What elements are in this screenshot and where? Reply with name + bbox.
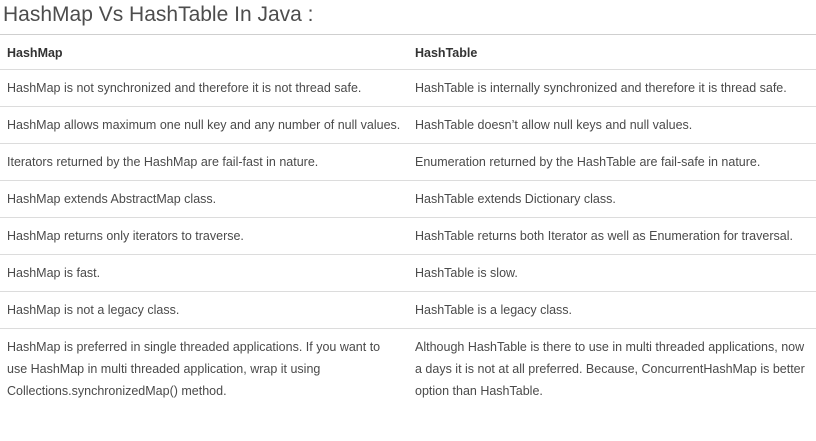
page-title: HashMap Vs HashTable In Java : (3, 3, 314, 26)
table-row: HashMap returns only iterators to traver… (0, 217, 816, 255)
comparison-table: HashMap HashTable HashMap is not synchro… (0, 34, 816, 409)
hashtable-cell: Although HashTable is there to use in mu… (408, 328, 816, 409)
hashmap-cell: Iterators returned by the HashMap are fa… (0, 143, 408, 181)
table-row: HashMap is not a legacy class. HashTable… (0, 291, 816, 329)
table-row: HashMap is not synchronized and therefor… (0, 69, 816, 107)
hashmap-cell: HashMap is preferred in single threaded … (0, 328, 408, 409)
hashtable-cell: HashTable returns both Iterator as well … (408, 217, 816, 255)
column-header-hashtable: HashTable (408, 34, 816, 70)
hashtable-cell: HashTable is internally synchronized and… (408, 69, 816, 107)
table-header-row: HashMap HashTable (0, 34, 816, 70)
hashmap-cell: HashMap returns only iterators to traver… (0, 217, 408, 255)
table-row: HashMap extends AbstractMap class. HashT… (0, 180, 816, 218)
column-header-hashmap: HashMap (0, 34, 408, 70)
hashtable-cell: HashTable is slow. (408, 254, 816, 292)
hashtable-cell: HashTable doesn’t allow null keys and nu… (408, 106, 816, 144)
hashtable-cell: Enumeration returned by the HashTable ar… (408, 143, 816, 181)
hashmap-cell: HashMap extends AbstractMap class. (0, 180, 408, 218)
table-row: HashMap allows maximum one null key and … (0, 106, 816, 144)
table-row: Iterators returned by the HashMap are fa… (0, 143, 816, 181)
hashtable-cell: HashTable extends Dictionary class. (408, 180, 816, 218)
hashmap-cell: HashMap is not a legacy class. (0, 291, 408, 329)
table-row: HashMap is preferred in single threaded … (0, 328, 816, 409)
table-row: HashMap is fast. HashTable is slow. (0, 254, 816, 292)
hashmap-cell: HashMap is not synchronized and therefor… (0, 69, 408, 107)
hashmap-cell: HashMap is fast. (0, 254, 408, 292)
hashtable-cell: HashTable is a legacy class. (408, 291, 816, 329)
hashmap-cell: HashMap allows maximum one null key and … (0, 106, 408, 144)
